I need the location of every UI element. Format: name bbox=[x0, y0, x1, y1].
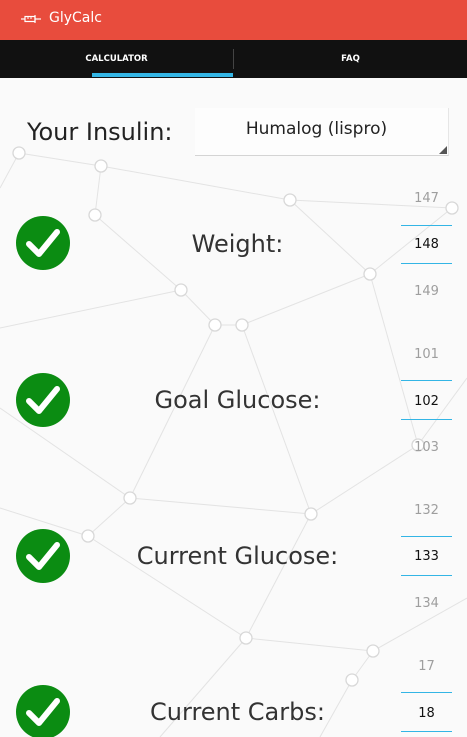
current-glucose-picker-value[interactable]: 133 bbox=[401, 549, 452, 564]
calculator-content[interactable]: Your Insulin: Humalog (lispro) Weight: 1… bbox=[0, 78, 467, 737]
tab-bar: CALCULATOR FAQ bbox=[0, 40, 467, 78]
weight-picker-next[interactable]: 149 bbox=[401, 284, 452, 299]
current-carbs-picker-line-bottom bbox=[401, 731, 452, 732]
check-icon bbox=[16, 373, 70, 427]
tab-faq[interactable]: FAQ bbox=[234, 40, 467, 78]
insulin-dropdown[interactable]: Humalog (lispro) bbox=[195, 108, 449, 156]
check-icon bbox=[16, 685, 70, 737]
current-glucose-picker-prev[interactable]: 132 bbox=[401, 503, 452, 518]
app-bar: GlyCalc bbox=[0, 0, 467, 40]
weight-picker-line-bottom bbox=[401, 263, 452, 264]
insulin-selected-value: Humalog (lispro) bbox=[245, 119, 388, 139]
app-title: GlyCalc bbox=[49, 10, 102, 26]
current-carbs-label: Current Carbs: bbox=[150, 698, 325, 726]
insulin-label: Your Insulin: bbox=[27, 118, 173, 146]
goal-glucose-picker-line-top bbox=[401, 380, 452, 381]
check-icon bbox=[16, 529, 70, 583]
syringe-icon bbox=[21, 15, 41, 23]
goal-glucose-picker-line-bottom bbox=[401, 419, 452, 420]
current-carbs-picker-line-top bbox=[401, 692, 452, 693]
current-carbs-picker-value[interactable]: 18 bbox=[401, 706, 452, 721]
current-glucose-label: Current Glucose: bbox=[136, 542, 339, 570]
weight-label: Weight: bbox=[191, 230, 284, 258]
goal-glucose-label: Goal Glucose: bbox=[154, 386, 321, 414]
current-carbs-picker-prev[interactable]: 17 bbox=[401, 659, 452, 674]
goal-glucose-picker-next[interactable]: 103 bbox=[401, 440, 452, 455]
check-icon bbox=[16, 216, 70, 270]
goal-glucose-picker-value[interactable]: 102 bbox=[401, 394, 452, 409]
current-glucose-picker-line-bottom bbox=[401, 575, 452, 576]
weight-picker-line-top bbox=[401, 225, 452, 226]
weight-picker-value[interactable]: 148 bbox=[401, 237, 452, 252]
tab-selected-indicator bbox=[92, 73, 233, 77]
weight-picker-prev[interactable]: 147 bbox=[401, 191, 452, 206]
current-glucose-picker-next[interactable]: 134 bbox=[401, 596, 452, 611]
goal-glucose-picker-prev[interactable]: 101 bbox=[401, 347, 452, 362]
dropdown-caret-icon bbox=[439, 146, 447, 154]
current-glucose-picker-line-top bbox=[401, 536, 452, 537]
